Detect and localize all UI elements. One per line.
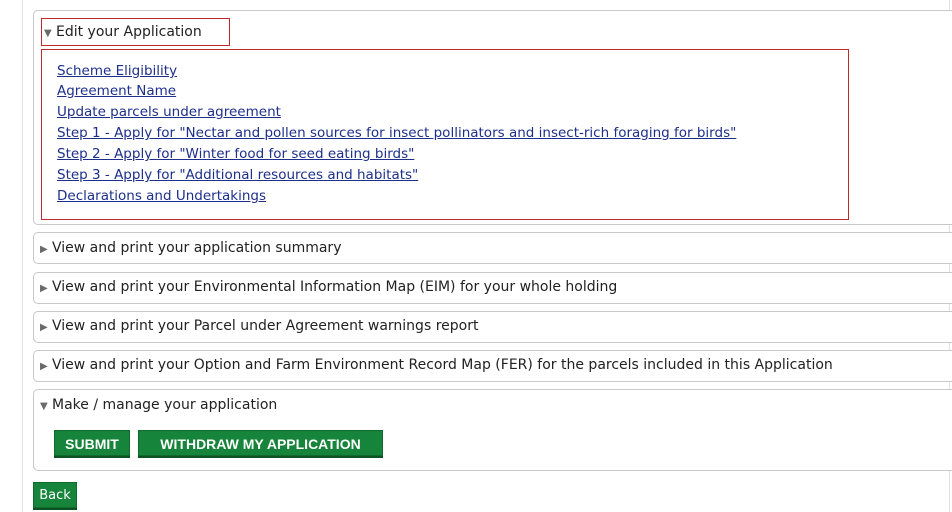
manage-application-title: Make / manage your application bbox=[52, 397, 278, 413]
edit-application-header[interactable]: ▼ Edit your Application bbox=[41, 18, 230, 46]
eim-header[interactable]: ▶ View and print your Environmental Infor… bbox=[40, 279, 617, 295]
manage-application-panel: ▼ Make / manage your application SUBMIT W… bbox=[33, 389, 952, 471]
edit-links-list: Scheme Eligibility Agreement Name Update… bbox=[41, 49, 849, 220]
triangle-right-icon: ▶ bbox=[40, 361, 48, 372]
triangle-down-icon: ▼ bbox=[40, 401, 48, 412]
fer-panel[interactable]: ▶ View and print your Option and Farm Env… bbox=[33, 350, 952, 382]
eim-title: View and print your Environmental Inform… bbox=[52, 279, 618, 295]
submit-button[interactable]: SUBMIT bbox=[54, 430, 130, 456]
agreement-name-link[interactable]: Agreement Name bbox=[57, 83, 176, 99]
update-parcels-link[interactable]: Update parcels under agreement bbox=[57, 104, 281, 120]
scheme-eligibility-link[interactable]: Scheme Eligibility bbox=[57, 63, 177, 79]
triangle-right-icon: ▶ bbox=[40, 322, 48, 333]
edit-application-title: Edit your Application bbox=[56, 24, 202, 40]
frame-line-left bbox=[22, 0, 23, 512]
warnings-report-title: View and print your Parcel under Agreeme… bbox=[52, 318, 479, 334]
warnings-report-header[interactable]: ▶ View and print your Parcel under Agreem… bbox=[40, 318, 478, 334]
step-2-link[interactable]: Step 2 - Apply for "Winter food for seed… bbox=[57, 146, 414, 162]
triangle-right-icon: ▶ bbox=[40, 283, 48, 294]
manage-application-header[interactable]: ▼ Make / manage your application bbox=[40, 397, 277, 413]
triangle-down-icon: ▼ bbox=[44, 28, 52, 39]
triangle-right-icon: ▶ bbox=[40, 244, 48, 255]
fer-header[interactable]: ▶ View and print your Option and Farm Env… bbox=[40, 357, 833, 373]
step-3-link[interactable]: Step 3 - Apply for "Additional resources… bbox=[57, 167, 418, 183]
step-1-link[interactable]: Step 1 - Apply for "Nectar and pollen so… bbox=[57, 125, 736, 141]
application-summary-title: View and print your application summary bbox=[52, 240, 342, 256]
declarations-link[interactable]: Declarations and Undertakings bbox=[57, 188, 266, 204]
back-button[interactable]: Back bbox=[33, 482, 77, 508]
eim-panel[interactable]: ▶ View and print your Environmental Infor… bbox=[33, 272, 952, 304]
warnings-report-panel[interactable]: ▶ View and print your Parcel under Agreem… bbox=[33, 311, 952, 343]
application-summary-panel[interactable]: ▶ View and print your application summary bbox=[33, 232, 952, 264]
withdraw-application-button[interactable]: WITHDRAW MY APPLICATION bbox=[138, 430, 383, 456]
edit-application-panel: ▼ Edit your Application Scheme Eligibilit… bbox=[33, 10, 952, 225]
fer-title: View and print your Option and Farm Envi… bbox=[52, 357, 833, 373]
application-summary-header[interactable]: ▶ View and print your application summary bbox=[40, 240, 341, 256]
